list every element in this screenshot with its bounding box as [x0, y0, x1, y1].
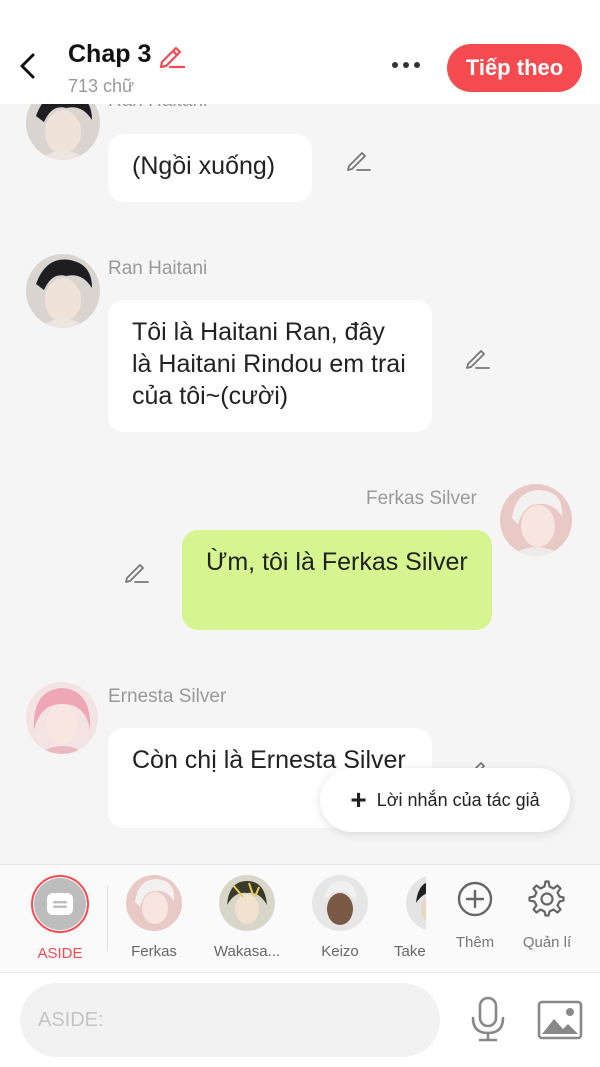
narration-icon [47, 893, 73, 915]
author-note-label: Lời nhắn của tác giả [376, 789, 540, 810]
image-icon[interactable] [536, 999, 584, 1041]
edit-message-icon[interactable] [344, 146, 372, 174]
character-take[interactable]: Take [380, 875, 426, 960]
character-label: Take [394, 943, 426, 960]
character-bar: ASIDE Ferkas Wakasa... Keizo Take Thêm Q… [0, 864, 600, 972]
add-label: Thêm [455, 934, 495, 951]
plus-icon: + [350, 784, 367, 815]
message-input[interactable] [20, 983, 440, 1057]
take-avatar [406, 875, 426, 931]
ferkas-avatar [126, 875, 182, 931]
microphone-icon[interactable] [466, 995, 510, 1043]
keizo-avatar [312, 875, 368, 931]
character-wakasa[interactable]: Wakasa... [207, 875, 287, 960]
sender-name: Ran Haitani [108, 258, 208, 279]
aside-avatar [31, 875, 89, 933]
message-bubble[interactable]: Ừm, tôi là Ferkas Silver [182, 530, 492, 630]
gear-icon [528, 880, 565, 917]
ran-haitani-avatar[interactable] [26, 104, 100, 160]
chat-area[interactable]: Ran Haitani (Ngồi xuống) Ran Haitani Tôi… [0, 104, 600, 864]
ernesta-silver-avatar[interactable] [26, 682, 98, 754]
wakasa-avatar [219, 875, 275, 931]
edit-title-icon[interactable] [156, 40, 186, 70]
character-label: Wakasa... [213, 943, 281, 960]
add-character-button[interactable]: Thêm [440, 879, 510, 951]
edit-message-icon[interactable] [463, 344, 491, 372]
more-dot-icon [392, 62, 398, 68]
more-dot-icon [403, 62, 409, 68]
message-bubble[interactable]: Tôi là Haitani Ran, đây là Haitani Rindo… [108, 300, 432, 432]
chapter-title: Chap 3 [68, 40, 152, 68]
avatar-image [26, 104, 100, 160]
compose-bar [0, 972, 600, 1067]
character-keizo[interactable]: Keizo [300, 875, 380, 960]
message-bubble[interactable]: (Ngồi xuống) [108, 134, 312, 202]
sender-name: Ernesta Silver [108, 686, 227, 707]
ferkas-silver-avatar[interactable] [500, 484, 572, 556]
word-count: 713 chữ [68, 76, 135, 96]
character-label: Ferkas [131, 943, 177, 960]
more-dot-icon [414, 62, 420, 68]
sender-name: Ferkas Silver [366, 488, 477, 509]
sender-name: Ran Haitani [108, 104, 207, 112]
more-options-button[interactable] [386, 50, 426, 80]
avatar-image [26, 682, 98, 754]
ran-haitani-avatar[interactable] [26, 254, 100, 328]
avatar-image [26, 254, 100, 328]
manage-label: Quản lí [522, 934, 572, 951]
edit-message-icon[interactable] [122, 558, 150, 586]
back-button[interactable] [12, 48, 42, 84]
character-aside[interactable]: ASIDE [20, 875, 100, 962]
avatar-image [500, 484, 572, 556]
character-ferkas[interactable]: Ferkas [114, 875, 194, 960]
character-label: Keizo [321, 943, 359, 960]
next-button[interactable]: Tiếp theo [447, 44, 582, 92]
author-note-button[interactable]: + Lời nhắn của tác giả [320, 768, 570, 832]
divider [107, 885, 108, 951]
chevron-left-icon [20, 53, 35, 79]
manage-characters-button[interactable]: Quản lí [512, 879, 582, 951]
plus-circle-icon [457, 881, 493, 917]
character-label: ASIDE [37, 945, 83, 962]
top-app-bar: Chap 3 713 chữ Tiếp theo [0, 0, 600, 104]
